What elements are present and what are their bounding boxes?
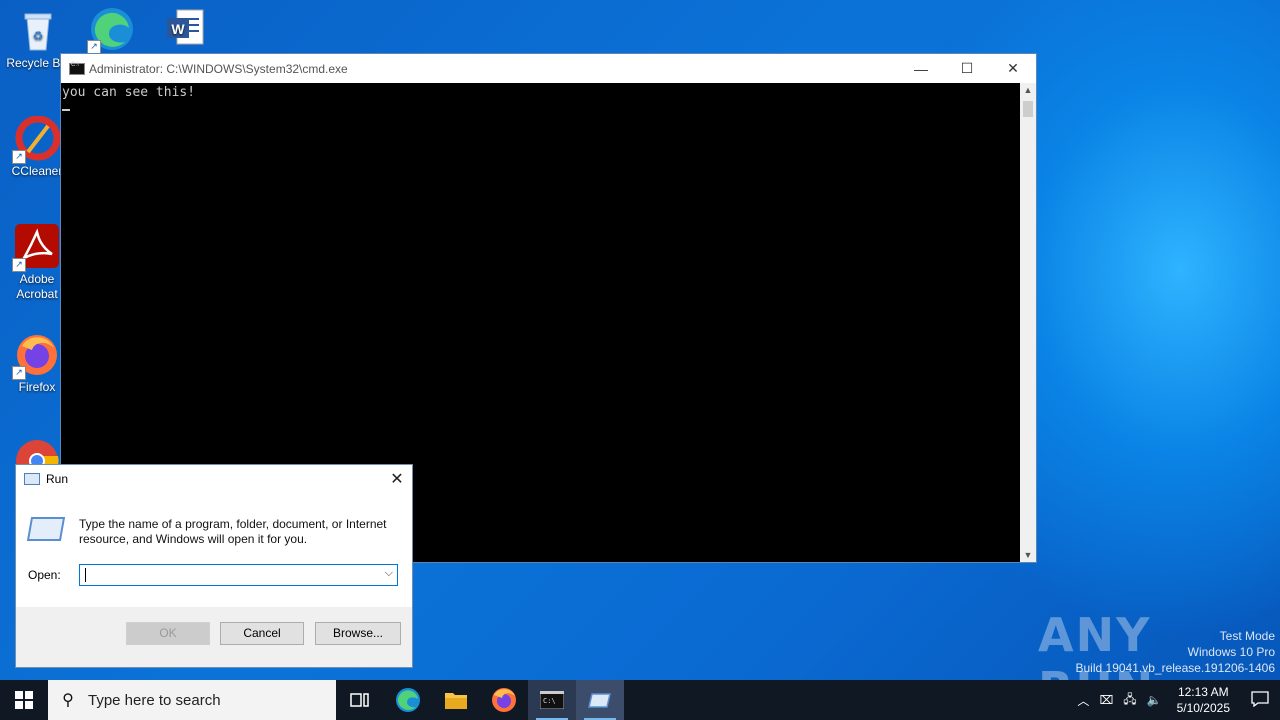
taskbar-cmd[interactable]: C:\ [528,680,576,720]
notification-icon[interactable] [1240,690,1280,710]
cancel-button[interactable]: Cancel [220,622,304,645]
cmd-title: Administrator: C:\WINDOWS\System32\cmd.e… [89,61,348,76]
taskbar: ⚲ Type here to search C:\ ︿ ⌧ 🖧 🔈 12:13 … [0,680,1280,720]
cmd-icon [69,62,85,75]
system-tray: ︿ ⌧ 🖧 🔈 12:13 AM 5/10/2025 [1072,680,1280,720]
word-icon: W [161,8,207,54]
console-cursor [62,109,70,111]
svg-text:W: W [171,21,185,37]
run-footer: OK Cancel Browse... [16,607,412,667]
firefox-icon: ↗ [12,332,60,380]
close-icon[interactable]: ✕ [382,469,412,489]
taskbar-file-explorer[interactable] [432,680,480,720]
watermark-line2: Windows 10 Pro [1187,645,1275,659]
run-description: Type the name of a program, folder, docu… [79,517,387,546]
task-view-button[interactable] [336,680,384,720]
ok-button[interactable]: OK [126,622,210,645]
run-dialog[interactable]: Run ✕ Type the name of a program, folder… [15,464,413,668]
close-button[interactable]: ✕ [990,54,1036,83]
firefox-icon [492,688,516,712]
browse-button[interactable]: Browse... [315,622,401,645]
open-combobox[interactable]: ⌵ [79,564,398,586]
clock-time: 12:13 AM [1177,685,1229,699]
scroll-thumb[interactable] [1023,101,1033,117]
run-program-icon [26,517,66,541]
scroll-up-icon[interactable]: ▲ [1020,85,1036,95]
console-text: you can see this! [62,85,196,100]
desktop-icon-label: CCleaner [11,164,63,178]
clock[interactable]: 12:13 AM 5/10/2025 [1167,684,1240,716]
test-mode-watermark: Test Mode Windows 10 Pro Build 19041.vb_… [1076,628,1276,676]
clock-date: 5/10/2025 [1176,701,1230,715]
cmd-icon: C:\ [540,691,564,709]
taskbar-search-box[interactable]: ⚲ Type here to search [48,680,336,720]
run-titlebar[interactable]: Run ✕ [16,465,412,493]
vertical-scrollbar[interactable]: ▲ ▼ [1020,83,1036,562]
run-icon [24,473,40,485]
open-label: Open: [28,568,61,582]
edge-icon: ↗ [87,6,135,54]
windows-logo-icon [15,691,33,709]
desktop-icon-label: Firefox [18,380,56,394]
watermark-line1: Test Mode [1219,629,1275,643]
search-icon: ⚲ [62,692,74,709]
start-button[interactable] [0,680,48,720]
chevron-down-icon[interactable]: ⌵ [385,567,393,580]
cmd-titlebar[interactable]: Administrator: C:\WINDOWS\System32\cmd.e… [61,54,1036,83]
minimize-button[interactable]: — [898,54,944,83]
taskbar-run[interactable] [576,680,624,720]
taskbar-edge[interactable] [384,680,432,720]
device-icon[interactable]: ⌧ [1094,693,1118,707]
desktop-icon-word[interactable]: W [146,8,222,56]
recycle-bin-icon: ♻ [15,8,61,54]
svg-text:C:\: C:\ [543,697,556,705]
scroll-down-icon[interactable]: ▼ [1020,550,1036,560]
desktop-icon-edge[interactable]: ↗ [74,6,150,54]
chevron-up-icon[interactable]: ︿ [1072,692,1094,709]
search-placeholder: Type here to search [88,691,221,709]
run-icon [588,693,611,708]
acrobat-icon: ↗ [12,224,60,272]
run-title: Run [46,472,69,486]
volume-icon[interactable]: 🔈 [1142,693,1167,707]
taskbar-firefox[interactable] [480,680,528,720]
svg-text:♻: ♻ [33,29,44,43]
maximize-button[interactable]: ☐ [944,54,990,83]
edge-icon [396,688,420,712]
task-view-icon [350,693,369,707]
desktop-icon-label: Adobe Acrobat [16,272,58,301]
text-caret [85,568,86,582]
watermark-line3: Build 19041.vb_release.191206-1406 [1075,661,1276,675]
file-explorer-icon [445,693,467,709]
ccleaner-icon: ↗ [12,115,61,164]
network-icon[interactable]: 🖧 [1118,690,1141,711]
